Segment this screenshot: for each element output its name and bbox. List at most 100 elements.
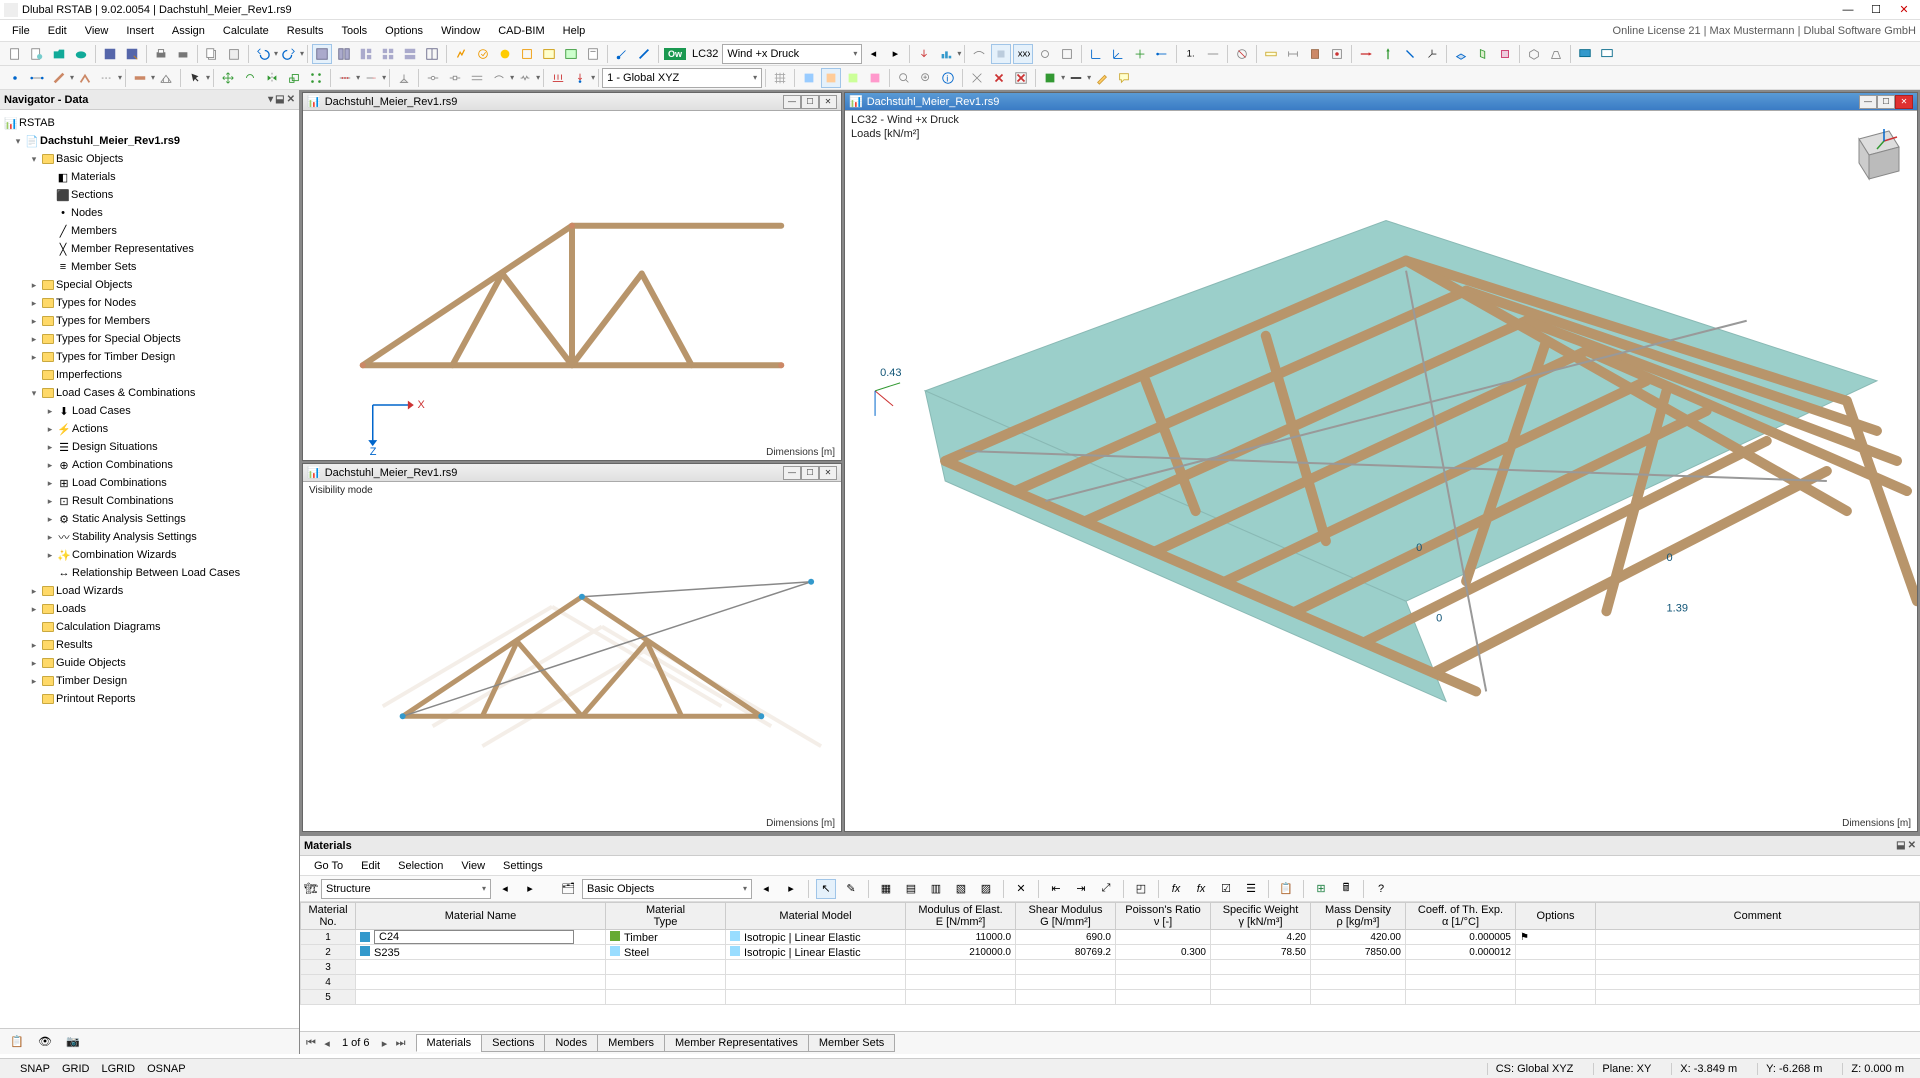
- tree-types-members[interactable]: ▸Types for Members: [0, 312, 299, 330]
- materials-type-combo[interactable]: Basic Objects: [582, 879, 752, 899]
- set-icon[interactable]: [75, 68, 95, 88]
- hinge2-icon[interactable]: [445, 68, 465, 88]
- mat-fx-icon[interactable]: fx: [1166, 879, 1186, 899]
- mat-select-icon[interactable]: ↖: [816, 879, 836, 899]
- tree-imperfections[interactable]: Imperfections: [0, 366, 299, 384]
- vis3-icon[interactable]: [843, 68, 863, 88]
- render4-icon[interactable]: [1057, 44, 1077, 64]
- member-snap-icon[interactable]: [634, 44, 654, 64]
- view-1-close[interactable]: ✕: [819, 95, 837, 109]
- iso-icon[interactable]: [1524, 44, 1544, 64]
- view-2-header[interactable]: 📊 Dachstuhl_Meier_Rev1.rs9 — ☐ ✕: [303, 464, 841, 482]
- measure-icon[interactable]: [1261, 44, 1281, 64]
- tree-basic[interactable]: ▾Basic Objects: [0, 150, 299, 168]
- col-comment[interactable]: Comment: [1596, 903, 1920, 930]
- release-icon[interactable]: [489, 68, 509, 88]
- col-nu[interactable]: Poisson's Ratio ν [-]: [1116, 903, 1211, 930]
- new-icon[interactable]: [5, 44, 25, 64]
- plane-xy-icon[interactable]: [1451, 44, 1471, 64]
- view-1-min[interactable]: —: [783, 95, 801, 109]
- materials-grid[interactable]: Material No. Material Name Material Type…: [300, 902, 1920, 1032]
- display2-icon[interactable]: [1597, 44, 1617, 64]
- materials-structure-combo[interactable]: Structure: [321, 879, 491, 899]
- save-as-icon[interactable]: [122, 44, 142, 64]
- menu-view[interactable]: View: [77, 23, 117, 39]
- view-1-canvas[interactable]: X Z Dimensions [m]: [303, 111, 841, 460]
- minimize-button[interactable]: —: [1836, 2, 1860, 18]
- view-three-icon[interactable]: [356, 44, 376, 64]
- tree-load-cases[interactable]: ▸⬇Load Cases: [0, 402, 299, 420]
- plane-yz-icon[interactable]: [1473, 44, 1493, 64]
- mat-menu-edit[interactable]: Edit: [353, 859, 388, 873]
- status-snap[interactable]: SNAP: [20, 1063, 50, 1075]
- tab-materials[interactable]: Materials: [416, 1034, 483, 1052]
- view-1-max[interactable]: ☐: [801, 95, 819, 109]
- print-icon[interactable]: [151, 44, 171, 64]
- page-prev-icon[interactable]: ◂: [320, 1037, 334, 1050]
- display-icon[interactable]: [1575, 44, 1595, 64]
- col-a[interactable]: Coeff. of Th. Exp. α [1/°C]: [1406, 903, 1516, 930]
- ecc-icon[interactable]: [467, 68, 487, 88]
- show-numbering-icon[interactable]: 1.: [1181, 44, 1201, 64]
- array-icon[interactable]: [306, 68, 326, 88]
- view-3-header[interactable]: 📊 Dachstuhl_Meier_Rev1.rs9 — ☐ ✕: [845, 93, 1917, 111]
- navigator-tree[interactable]: 📊RSTAB ▾📄Dachstuhl_Meier_Rev1.rs9 ▾Basic…: [0, 110, 299, 1028]
- tab-member-sets[interactable]: Member Sets: [808, 1034, 895, 1052]
- tab-sections[interactable]: Sections: [481, 1034, 545, 1052]
- col-name[interactable]: Material Name: [356, 903, 606, 930]
- tree-types-nodes[interactable]: ▸Types for Nodes: [0, 294, 299, 312]
- tree-printout[interactable]: Printout Reports: [0, 690, 299, 708]
- del-icon[interactable]: [989, 68, 1009, 88]
- menu-assign[interactable]: Assign: [164, 23, 213, 39]
- extend-icon[interactable]: [361, 68, 381, 88]
- tree-sections[interactable]: ⬛Sections: [0, 186, 299, 204]
- tree-nodes[interactable]: •Nodes: [0, 204, 299, 222]
- axis-xyz-icon[interactable]: [1422, 44, 1442, 64]
- tree-root[interactable]: 📊RSTAB: [0, 114, 299, 132]
- close-panel-icon[interactable]: ✕: [287, 94, 295, 105]
- mat-next-icon[interactable]: ▸: [520, 879, 540, 899]
- tree-static-analysis[interactable]: ▸⚙Static Analysis Settings: [0, 510, 299, 528]
- vis4-icon[interactable]: [865, 68, 885, 88]
- tree-relationship[interactable]: ↔Relationship Between Load Cases: [0, 564, 299, 582]
- menu-file[interactable]: File: [4, 23, 38, 39]
- divide-icon[interactable]: [335, 68, 355, 88]
- mirror-icon[interactable]: [262, 68, 282, 88]
- menu-options[interactable]: Options: [377, 23, 431, 39]
- redo-icon[interactable]: [279, 44, 299, 64]
- plane-xz-icon[interactable]: [1495, 44, 1515, 64]
- nav-data-icon[interactable]: 📋: [7, 1032, 27, 1052]
- mat-menu-settings[interactable]: Settings: [495, 859, 551, 873]
- col-g[interactable]: Shear Modulus G [N/mm²]: [1016, 903, 1116, 930]
- table-row[interactable]: 1 C24 Timber Isotropic | Linear Elastic …: [301, 930, 1920, 945]
- info-icon[interactable]: i: [938, 68, 958, 88]
- calc-design-icon[interactable]: [495, 44, 515, 64]
- calc-params-icon[interactable]: [517, 44, 537, 64]
- scale-icon[interactable]: [284, 68, 304, 88]
- line-x-icon[interactable]: [27, 68, 47, 88]
- tree-file[interactable]: ▾📄Dachstuhl_Meier_Rev1.rs9: [0, 132, 299, 150]
- next-lc-icon[interactable]: ▸: [885, 44, 905, 64]
- mat-calc-icon[interactable]: 🖩: [1336, 879, 1356, 899]
- tab-members[interactable]: Members: [597, 1034, 665, 1052]
- tree-types-special[interactable]: ▸Types for Special Objects: [0, 330, 299, 348]
- view-2-min[interactable]: —: [783, 466, 801, 480]
- render1-icon[interactable]: [991, 44, 1011, 64]
- printout-icon[interactable]: [583, 44, 603, 64]
- view-custom2-icon[interactable]: [422, 44, 442, 64]
- table-row[interactable]: 3: [301, 960, 1920, 975]
- mat-del-icon[interactable]: ✕: [1011, 879, 1031, 899]
- page-next-icon[interactable]: ▸: [378, 1037, 392, 1050]
- tree-results[interactable]: ▸Results: [0, 636, 299, 654]
- copy-icon[interactable]: [202, 44, 222, 64]
- menu-results[interactable]: Results: [279, 23, 332, 39]
- vis2-icon[interactable]: [821, 68, 841, 88]
- rotate-obj-icon[interactable]: [240, 68, 260, 88]
- prev-lc-icon[interactable]: ◂: [863, 44, 883, 64]
- view-3-min[interactable]: —: [1859, 95, 1877, 109]
- pen-icon[interactable]: [1092, 68, 1112, 88]
- open-icon[interactable]: [49, 44, 69, 64]
- mat-fx4-icon[interactable]: ☰: [1241, 879, 1261, 899]
- mat-fx2-icon[interactable]: fx: [1191, 879, 1211, 899]
- load-case-combo[interactable]: Wind +x Druck: [722, 44, 862, 64]
